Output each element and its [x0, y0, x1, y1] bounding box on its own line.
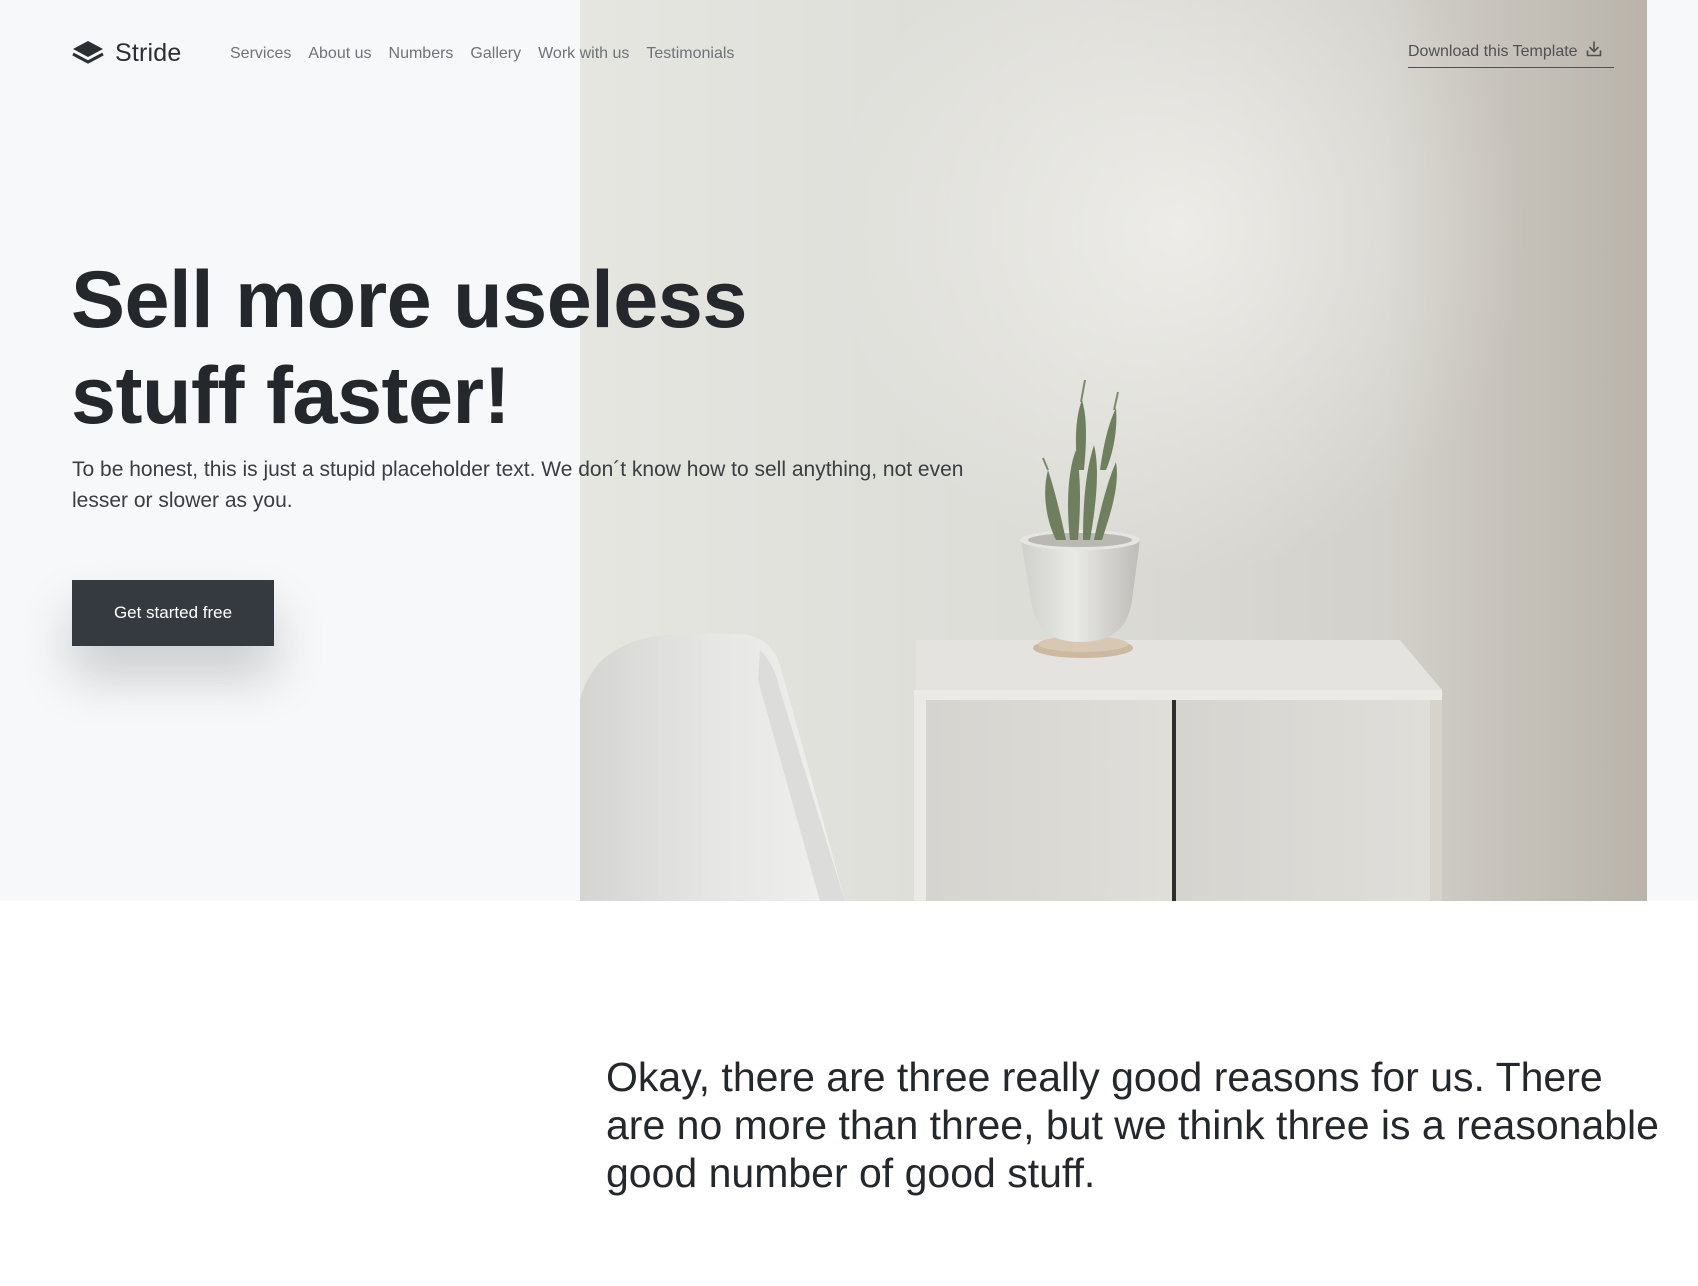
page-gutter: [1647, 0, 1698, 901]
chair: [580, 634, 845, 901]
get-started-button[interactable]: Get started free: [72, 580, 274, 646]
nav-item-services[interactable]: Services: [230, 45, 291, 63]
nav-item-numbers[interactable]: Numbers: [389, 45, 454, 63]
brand-name: Stride: [115, 38, 182, 67]
photo-scene: [580, 379, 1442, 901]
nav-item-testimonials[interactable]: Testimonials: [646, 45, 734, 63]
hero-subtext: To be honest, this is just a stupid plac…: [72, 458, 964, 512]
nav-item-work-with-us[interactable]: Work with us: [538, 45, 629, 63]
cabinet: [914, 640, 1442, 901]
headline-line-2: stuff faster!: [71, 351, 511, 441]
brand-logo[interactable]: Stride: [71, 38, 182, 68]
layers-icon: [71, 39, 105, 67]
download-label: Download this Template: [1408, 42, 1578, 60]
main-nav: Services About us Numbers Gallery Work w…: [230, 42, 734, 66]
download-icon: [1586, 41, 1602, 62]
download-template-link[interactable]: Download this Template: [1408, 40, 1614, 68]
hero-headline: Sell more useless stuff faster!: [71, 252, 931, 444]
nav-item-about-us[interactable]: About us: [308, 45, 371, 63]
hero-photo: [580, 0, 1647, 901]
headline-line-1: Sell more useless: [71, 255, 747, 345]
nav-item-gallery[interactable]: Gallery: [470, 45, 521, 63]
hero-section: Stride Services About us Numbers Gallery…: [0, 0, 1698, 901]
potted-cactus: [1020, 379, 1140, 658]
reasons-intro: Okay, there are three really good reason…: [606, 1054, 1659, 1196]
